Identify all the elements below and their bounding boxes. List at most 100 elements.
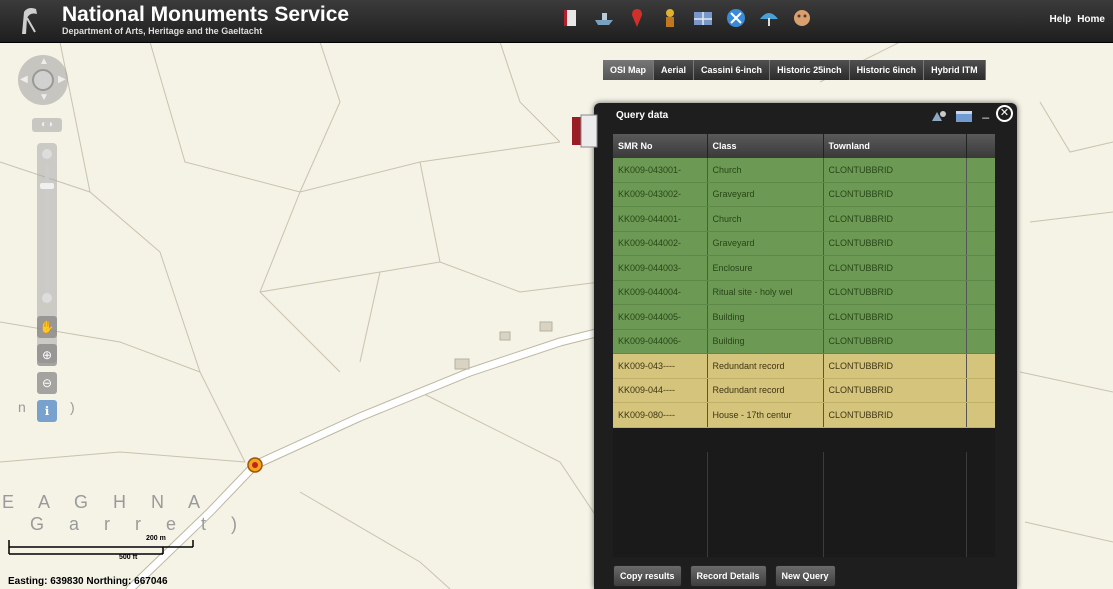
cell-extra <box>966 158 995 183</box>
table-row[interactable]: KK009-043001- Church CLONTUBBRID <box>613 158 995 183</box>
cell-townland: CLONTUBBRID <box>823 402 967 428</box>
zoom-out-icon[interactable] <box>42 293 52 303</box>
map-label-left-2: ) <box>70 399 75 415</box>
scale-bar-lines <box>8 540 194 555</box>
pan-control[interactable]: ▲ ▼ ◀ ▶ <box>18 55 68 105</box>
table-empty-area <box>613 452 995 557</box>
pin-icon[interactable] <box>626 7 648 29</box>
app-title: National Monuments Service <box>62 3 350 26</box>
person-icon[interactable] <box>659 7 681 29</box>
column-header-smr[interactable]: SMR No <box>613 134 708 158</box>
pan-right-icon[interactable]: ▶ <box>58 74 66 85</box>
cell-smr: KK009-044---- <box>613 378 708 403</box>
tab-hybrid-itm[interactable]: Hybrid ITM <box>924 60 986 80</box>
cell-smr: KK009-043002- <box>613 182 708 207</box>
tab-cassini[interactable]: Cassini 6-inch <box>694 60 771 80</box>
cell-extra <box>966 231 995 256</box>
cell-class: House - 17th centur <box>707 402 824 428</box>
table-row[interactable]: KK009-043---- Redundant record CLONTUBBRID <box>613 353 995 379</box>
cell-townland: CLONTUBBRID <box>823 329 967 354</box>
table-row[interactable]: KK009-043002- Graveyard CLONTUBBRID <box>613 182 995 207</box>
table-row[interactable]: KK009-044005- Building CLONTUBBRID <box>613 304 995 330</box>
table-row[interactable]: KK009-044002- Graveyard CLONTUBBRID <box>613 231 995 256</box>
zoom-box-in-icon[interactable]: ⊕ <box>37 344 57 366</box>
table-row[interactable]: KK009-080---- House - 17th centur CLONTUBB… <box>613 402 995 428</box>
scale-imperial: 500 ft <box>119 554 138 561</box>
tool-icon-bar <box>560 7 813 29</box>
table-row[interactable]: KK009-044004- Ritual site - holy wel CLONT… <box>613 280 995 305</box>
app-subtitle: Department of Arts, Heritage and the Gae… <box>62 26 263 36</box>
header-links: Help Home <box>1050 14 1105 25</box>
table-row[interactable]: KK009-044003- Enclosure CLONTUBBRID <box>613 255 995 281</box>
map-label-townland: E A G H N A <box>2 492 211 512</box>
compass-icon[interactable] <box>725 7 747 29</box>
cell-townland: CLONTUBBRID <box>823 231 967 256</box>
table-row[interactable]: KK009-044006- Building CLONTUBBRID <box>613 329 995 354</box>
cell-smr: KK009-044006- <box>613 329 708 354</box>
cell-smr: KK009-044005- <box>613 304 708 330</box>
map-tool-icon[interactable] <box>931 109 947 128</box>
basemap-tabs: OSI Map Aerial Cassini 6-inch Historic 2… <box>603 60 986 80</box>
column-header-class[interactable]: Class <box>707 134 824 158</box>
app-header: National Monuments Service Department of… <box>0 0 1113 43</box>
cell-smr: KK009-044001- <box>613 206 708 232</box>
pan-center-icon[interactable] <box>32 69 54 91</box>
minimize-button[interactable]: _ <box>982 105 989 119</box>
panel-tools <box>931 109 973 128</box>
column-header-townland[interactable]: Townland <box>823 134 967 158</box>
home-link[interactable]: Home <box>1077 14 1105 25</box>
table-header-row: SMR No Class Townland <box>613 134 995 158</box>
cell-smr: KK009-044003- <box>613 255 708 281</box>
scale-metric: 200 m <box>146 535 166 542</box>
map-navigation-control: ▲ ▼ ◀ ▶ ◐◑ ✋ ⊕ ⊖ ℹ <box>18 55 78 422</box>
scale-bar: 200 m 500 ft <box>8 532 198 577</box>
cell-townland: CLONTUBBRID <box>823 353 967 379</box>
zoom-box-out-icon[interactable]: ⊖ <box>37 372 57 394</box>
map-label-left: n <box>18 399 26 415</box>
cell-class: Enclosure <box>707 255 824 281</box>
zoom-in-icon[interactable] <box>42 149 52 159</box>
pan-up-icon[interactable]: ▲ <box>39 56 49 67</box>
close-button[interactable]: ✕ <box>996 105 1013 122</box>
column-header-extra <box>966 134 995 158</box>
cell-extra <box>966 329 995 354</box>
cell-extra <box>966 280 995 305</box>
table-row[interactable]: KK009-044001- Church CLONTUBBRID <box>613 206 995 232</box>
book-icon[interactable] <box>560 7 582 29</box>
table-row[interactable]: KK009-044---- Redundant record CLONTUBBRID <box>613 378 995 403</box>
tab-osi-map[interactable]: OSI Map <box>603 60 655 80</box>
tab-aerial[interactable]: Aerial <box>654 60 695 80</box>
tab-historic-25inch[interactable]: Historic 25inch <box>770 60 850 80</box>
cell-class: Redundant record <box>707 353 824 379</box>
pan-left-icon[interactable]: ◀ <box>20 74 28 85</box>
cell-extra <box>966 182 995 207</box>
tab-historic-6inch[interactable]: Historic 6inch <box>849 60 925 80</box>
rotate-icon[interactable]: ◐◑ <box>32 118 62 132</box>
ship-icon[interactable] <box>593 7 615 29</box>
record-details-button[interactable]: Record Details <box>689 565 767 587</box>
cell-smr: KK009-044002- <box>613 231 708 256</box>
grid-icon[interactable] <box>692 7 714 29</box>
cell-townland: CLONTUBBRID <box>823 304 967 330</box>
cell-smr: KK009-043001- <box>613 158 708 183</box>
copy-results-button[interactable]: Copy results <box>613 565 682 587</box>
panel-buttons: Copy results Record Details New Query <box>613 565 836 587</box>
info-tool-icon[interactable]: ℹ <box>37 400 57 422</box>
query-data-panel: Query data _ ✕ SMR No Class Townland KK0… <box>572 103 1017 589</box>
window-icon[interactable] <box>955 109 973 128</box>
zoom-thumb[interactable] <box>40 183 54 189</box>
cell-class: Building <box>707 329 824 354</box>
cell-townland: CLONTUBBRID <box>823 182 967 207</box>
pan-down-icon[interactable]: ▼ <box>39 92 49 103</box>
cell-class: Church <box>707 158 824 183</box>
coordinate-readout: Easting: 639830 Northing: 667046 <box>8 576 168 587</box>
umbrella-icon[interactable] <box>758 7 780 29</box>
site-marker[interactable] <box>247 457 263 473</box>
cell-townland: CLONTUBBRID <box>823 280 967 305</box>
cell-class: Graveyard <box>707 182 824 207</box>
new-query-button[interactable]: New Query <box>774 565 836 587</box>
help-link[interactable]: Help <box>1050 14 1072 25</box>
book-icon <box>572 114 598 148</box>
hand-pan-icon[interactable]: ✋ <box>37 316 57 338</box>
head-icon[interactable] <box>791 7 813 29</box>
